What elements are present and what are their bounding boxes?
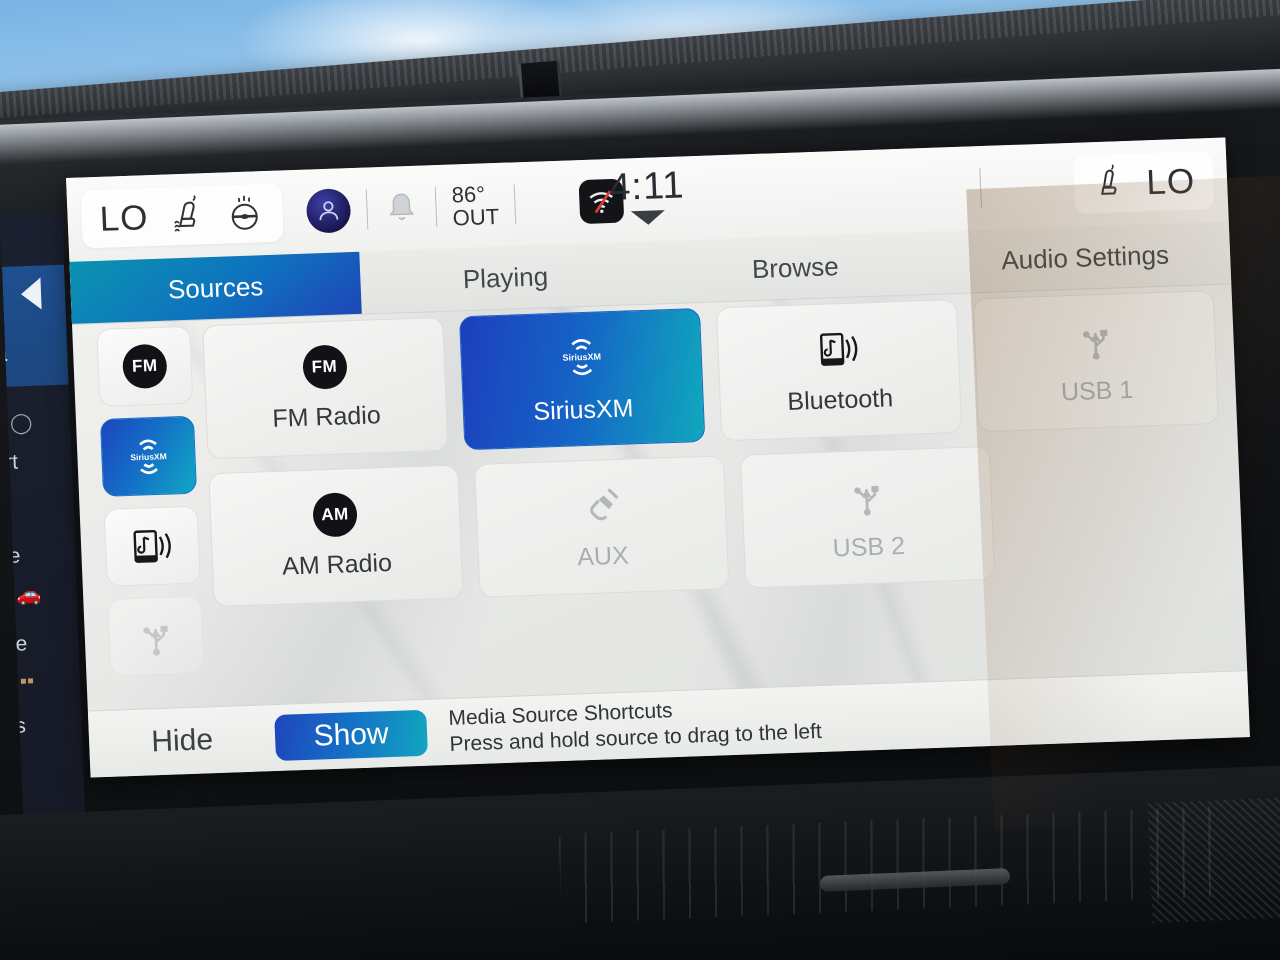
shortcut-fm[interactable]: FM [96, 325, 194, 407]
source-row-2: AM AM Radio AUX USB 2 [208, 438, 1225, 608]
tab-sources[interactable]: Sources [69, 251, 362, 324]
shortcut-bluetooth[interactable] [103, 505, 201, 587]
side-menu-item-comfort[interactable]: ort [0, 448, 72, 475]
show-button[interactable]: Show [274, 709, 428, 762]
bluetooth-audio-icon [133, 529, 171, 563]
source-tile-am-radio[interactable]: AM AM Radio [208, 464, 464, 608]
heated-steering-wheel-icon[interactable] [224, 193, 266, 234]
source-tile-label: SiriusXM [532, 393, 634, 426]
infotainment-screen[interactable]: LO 86° OUT 4:11 LO Sources Playing Brows… [66, 137, 1250, 778]
speaker-grille [1147, 796, 1280, 924]
passenger-temp-value: LO [1145, 161, 1196, 202]
source-tile-label: AUX [576, 541, 630, 571]
source-tile-label: USB 1 [1060, 375, 1134, 406]
driver-climate-button[interactable]: LO [80, 183, 284, 249]
siriusxm-logo-icon: SiriusXM [130, 439, 167, 475]
sources-panel: FM SiriusXM FM FM Radio SiriusXM SiriusX… [72, 283, 1250, 778]
back-arrow-icon[interactable] [20, 277, 42, 311]
outside-temp-value: 86° [451, 181, 486, 208]
source-tile-usb-2[interactable]: USB 2 [739, 445, 996, 589]
source-tile-fm-radio[interactable]: FM FM Radio [202, 316, 449, 460]
chevron-down-icon[interactable] [630, 210, 666, 226]
source-tile-usb-1[interactable]: USB 1 [972, 290, 1220, 433]
tab-playing[interactable]: Playing [359, 242, 651, 314]
side-menu-item-home[interactable]: e [0, 219, 63, 246]
siriusxm-logo-icon: SiriusXM [562, 338, 601, 375]
source-tile-bluetooth[interactable]: Bluetooth [715, 298, 963, 442]
usb-icon [1082, 329, 1107, 360]
am-badge-icon: AM [312, 491, 358, 538]
shortcut-usb[interactable] [107, 595, 205, 677]
svg-text:SiriusXM: SiriusXM [562, 351, 601, 362]
status-divider-1 [365, 189, 369, 230]
source-tile-grid: FM FM Radio SiriusXM SiriusXM Bluetooth … [202, 290, 1226, 621]
driver-temp-value: LO [98, 197, 150, 239]
hide-button[interactable]: Hide [89, 721, 276, 761]
user-profile-icon[interactable] [305, 188, 352, 234]
tab-audio-settings[interactable]: Audio Settings [939, 221, 1231, 293]
fm-badge-icon: FM [301, 343, 348, 390]
status-divider-4 [979, 168, 983, 209]
source-tile-aux[interactable]: AUX [474, 455, 730, 598]
fm-badge-icon: FM [121, 343, 168, 390]
bluetooth-audio-icon [819, 332, 857, 366]
source-tile-label: Bluetooth [786, 383, 894, 416]
source-tile-label: USB 2 [832, 531, 906, 562]
source-tile-siriusxm[interactable]: SiriusXM SiriusXM [459, 307, 706, 451]
notification-bell-icon[interactable] [382, 188, 420, 229]
heated-seat-icon[interactable] [166, 195, 208, 236]
passenger-climate-button[interactable]: LO [1073, 150, 1215, 214]
shortcut-siriusxm[interactable]: SiriusXM [99, 415, 198, 497]
outside-temperature: 86° OUT [451, 181, 500, 231]
wifi-off-icon[interactable] [578, 178, 625, 225]
media-source-shortcut-rail: FM SiriusXM [96, 325, 205, 677]
usb-icon [854, 485, 879, 516]
shortcut-hint: Media Source Shortcuts Press and hold so… [448, 693, 822, 758]
status-divider-3 [513, 184, 517, 225]
source-row-1: FM FM Radio SiriusXM SiriusXM Bluetooth … [202, 290, 1220, 460]
aux-plug-icon [590, 488, 619, 520]
source-tile-label: AM Radio [281, 548, 393, 581]
tab-browse[interactable]: Browse [649, 232, 941, 304]
status-divider-2 [434, 187, 438, 228]
usb-icon [143, 625, 168, 656]
source-tile-label: FM Radio [271, 400, 382, 433]
side-menu-item-media[interactable]: ia [0, 341, 68, 368]
outside-temp-label: OUT [452, 203, 500, 231]
seat-icon[interactable] [1092, 164, 1128, 203]
svg-text:SiriusXM: SiriusXM [130, 451, 167, 462]
